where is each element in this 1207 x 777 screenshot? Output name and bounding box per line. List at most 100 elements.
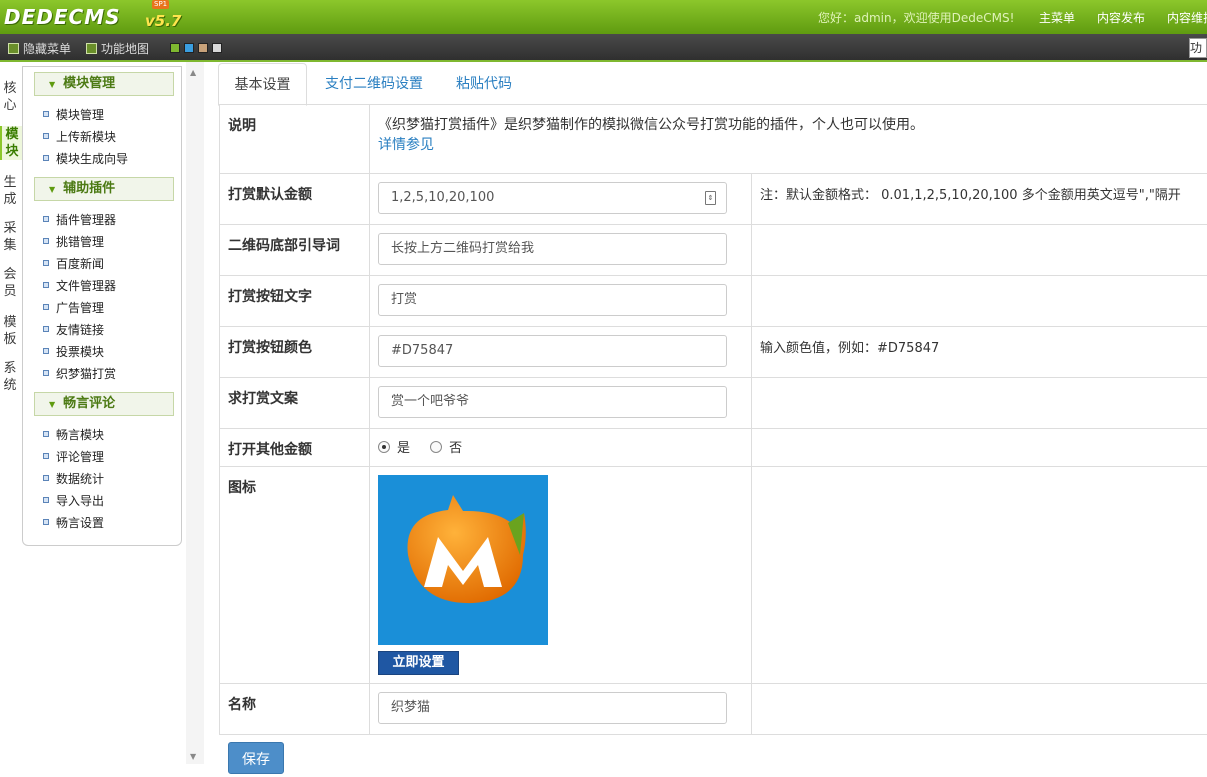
vertical-tabs: 核心 模块 生成 采集 会员 模板 系统: [0, 62, 22, 764]
sidebar-item-module-manage[interactable]: 模块管理: [43, 106, 104, 123]
function-button[interactable]: 功: [1189, 38, 1207, 58]
qr-guide-value: 长按上方二维码打赏给我: [391, 241, 534, 256]
sidebar-item-label: 文件管理器: [56, 279, 116, 293]
bullet-icon: [43, 216, 49, 222]
button-color-input[interactable]: #D75847: [378, 335, 727, 367]
sidebar-item-changyan-settings[interactable]: 畅言设置: [43, 514, 104, 531]
nav-content-maintain[interactable]: 内容维护: [1167, 9, 1207, 26]
bullet-icon: [43, 497, 49, 503]
row-description: 说明 《织梦猫打赏插件》是织梦猫制作的模拟微信公众号打赏功能的插件，个人也可以使…: [220, 105, 1207, 174]
version-label: v5.7: [145, 12, 181, 30]
skin-swatch-blue[interactable]: [184, 43, 194, 53]
tab-paste-code[interactable]: 粘贴代码: [446, 63, 522, 103]
description-cell: 《织梦猫打赏插件》是织梦猫制作的模拟微信公众号打赏功能的插件，个人也可以使用。 …: [370, 105, 1207, 174]
sidebar-scrollbar[interactable]: ▲ ▼: [186, 62, 204, 764]
field-cell: #D75847: [370, 327, 752, 378]
sidebar-item-ad-manage[interactable]: 广告管理: [43, 299, 104, 316]
sidebar-item-comment-manage[interactable]: 评论管理: [43, 448, 104, 465]
sidebar-item-error-manage[interactable]: 挑错管理: [43, 233, 104, 250]
sidebar-item-module-wizard[interactable]: 模块生成向导: [43, 150, 128, 167]
skin-swatch-tan[interactable]: [198, 43, 208, 53]
nav-main-menu[interactable]: 主菜单: [1039, 9, 1075, 26]
field-cell: 打赏: [370, 276, 752, 327]
hide-menu-button[interactable]: 隐藏菜单: [8, 40, 71, 57]
section-title: 畅言评论: [63, 396, 115, 411]
sidebar-item-label: 百度新闻: [56, 257, 104, 271]
bullet-icon: [43, 519, 49, 525]
site-map-button[interactable]: 功能地图: [86, 40, 149, 57]
sidebar-item-statistics[interactable]: 数据统计: [43, 470, 104, 487]
field-cell: 1,2,5,10,20,100 ⇕: [370, 174, 752, 225]
sidebar-item-label: 模块管理: [56, 108, 104, 122]
vtab-system[interactable]: 系统: [0, 360, 20, 394]
vtab-generate[interactable]: 生成: [0, 174, 20, 208]
radio-yes[interactable]: 是: [378, 441, 410, 456]
sidebar-item-plugin-manager[interactable]: 插件管理器: [43, 211, 116, 228]
bullet-icon: [43, 260, 49, 266]
vtab-template[interactable]: 模板: [0, 314, 20, 348]
nav-content-publish[interactable]: 内容发布: [1097, 9, 1145, 26]
skin-swatch-green[interactable]: [170, 43, 180, 53]
label-default-amount: 打赏默认金额: [220, 174, 370, 225]
sidebar-item-upload-module[interactable]: 上传新模块: [43, 128, 116, 145]
save-button[interactable]: 保存: [228, 742, 284, 774]
button-color-note: 输入颜色值，例如：#D75847: [752, 327, 1207, 378]
tab-qr-settings[interactable]: 支付二维码设置: [314, 63, 434, 103]
sidebar-item-import-export[interactable]: 导入导出: [43, 492, 104, 509]
vtab-collect[interactable]: 采集: [0, 220, 20, 254]
row-ask-text: 求打赏文案 赏一个吧爷爷: [220, 378, 1207, 429]
description-text: 《织梦猫打赏插件》是织梦猫制作的模拟微信公众号打赏功能的插件，个人也可以使用。: [378, 115, 1207, 135]
section-plugins[interactable]: ▼辅助插件: [34, 177, 174, 201]
bullet-icon: [43, 326, 49, 332]
button-text-value: 打赏: [391, 292, 417, 307]
scroll-up-icon[interactable]: ▲: [190, 68, 196, 77]
empty-note: [752, 467, 1207, 684]
toolbar: 隐藏菜单 功能地图 功: [0, 34, 1207, 62]
bullet-icon: [43, 304, 49, 310]
empty-note: [752, 429, 1207, 467]
ask-text-value: 赏一个吧爷爷: [391, 394, 469, 409]
default-amount-input[interactable]: 1,2,5,10,20,100 ⇕: [378, 182, 727, 214]
vtab-member[interactable]: 会员: [0, 266, 20, 300]
button-text-input[interactable]: 打赏: [378, 284, 727, 316]
sidebar: ▼模块管理 模块管理 上传新模块 模块生成向导 ▼辅助插件 插件管理器 挑错管理…: [22, 66, 182, 546]
qr-guide-input[interactable]: 长按上方二维码打赏给我: [378, 233, 727, 265]
settings-tabs: 基本设置 支付二维码设置 粘贴代码: [218, 62, 1207, 105]
sidebar-item-dreamcat-reward[interactable]: 织梦猫打赏: [43, 365, 116, 382]
sidebar-item-vote-module[interactable]: 投票模块: [43, 343, 104, 360]
label-button-color: 打赏按钮颜色: [220, 327, 370, 378]
field-cell: 立即设置: [370, 467, 752, 684]
tab-basic-settings[interactable]: 基本设置: [218, 63, 307, 106]
scroll-down-icon[interactable]: ▼: [190, 752, 196, 761]
site-map-label: 功能地图: [101, 42, 149, 56]
empty-note: [752, 276, 1207, 327]
sidebar-item-friend-links[interactable]: 友情链接: [43, 321, 104, 338]
radio-unchecked-icon[interactable]: [430, 441, 442, 453]
sidebar-item-label: 投票模块: [56, 345, 104, 359]
caret-down-icon: ▼: [49, 74, 55, 96]
caret-down-icon: ▼: [49, 394, 55, 416]
stepper-icon[interactable]: ⇕: [705, 191, 716, 205]
radio-checked-icon[interactable]: [378, 441, 390, 453]
details-link[interactable]: 详情参见: [378, 135, 1207, 155]
bullet-icon: [43, 282, 49, 288]
field-cell: 长按上方二维码打赏给我: [370, 225, 752, 276]
skin-swatch-gray[interactable]: [212, 43, 222, 53]
ask-text-input[interactable]: 赏一个吧爷爷: [378, 386, 727, 418]
set-now-button[interactable]: 立即设置: [378, 651, 459, 675]
sidebar-item-file-manager[interactable]: 文件管理器: [43, 277, 116, 294]
sidebar-item-label: 织梦猫打赏: [56, 367, 116, 381]
vtab-core[interactable]: 核心: [0, 80, 20, 114]
section-title: 模块管理: [63, 76, 115, 91]
radio-no[interactable]: 否: [430, 441, 462, 456]
dreamcat-logo-icon: [378, 475, 548, 645]
sidebar-item-changyan-module[interactable]: 畅言模块: [43, 426, 104, 443]
radio-no-label: 否: [449, 441, 462, 456]
welcome-text: 您好：admin，欢迎使用DedeCMS!: [818, 9, 1014, 26]
sidebar-item-baidu-news[interactable]: 百度新闻: [43, 255, 104, 272]
section-module-manage[interactable]: ▼ 模块管理: [34, 72, 174, 96]
section-changyan[interactable]: ▼ 畅言评论: [34, 392, 174, 416]
vtab-module[interactable]: 模块: [0, 126, 22, 160]
name-input[interactable]: 织梦猫: [378, 692, 727, 724]
sidebar-item-label: 广告管理: [56, 301, 104, 315]
